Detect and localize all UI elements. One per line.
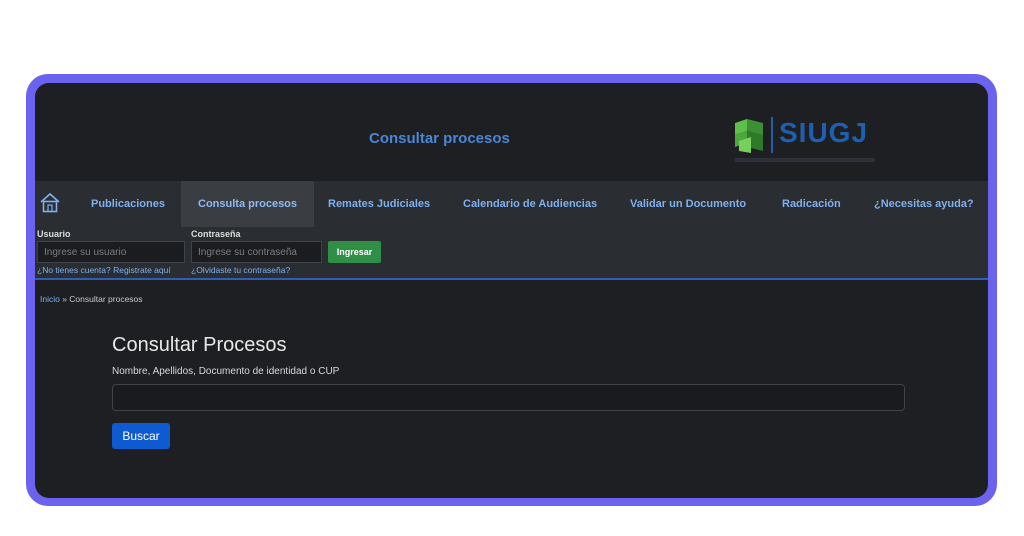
password-input[interactable] [191, 241, 322, 263]
nav-item-validar-documento[interactable]: Validar un Documento [630, 181, 746, 227]
breadcrumb-current: Consultar procesos [69, 294, 143, 304]
main-nav: Publicaciones Consulta procesos Remates … [35, 181, 988, 227]
nav-item-radicacion[interactable]: Radicación [782, 181, 841, 227]
user-label: Usuario [37, 229, 71, 239]
logo-tagline [735, 158, 875, 162]
siugj-logo[interactable]: SIUGJ [733, 115, 883, 169]
breadcrumb: Inicio » Consultar procesos [40, 294, 143, 304]
nav-item-remates-judiciales[interactable]: Remates Judiciales [328, 181, 430, 227]
search-button[interactable]: Buscar [112, 423, 170, 449]
search-field-label: Nombre, Apellidos, Documento de identida… [112, 366, 340, 377]
nav-item-publicaciones[interactable]: Publicaciones [91, 181, 165, 227]
section-heading: Consultar Procesos [112, 334, 287, 356]
user-input[interactable] [37, 241, 185, 263]
breadcrumb-home[interactable]: Inicio [40, 294, 60, 304]
breadcrumb-separator: » [59, 294, 70, 304]
home-icon[interactable] [39, 191, 61, 215]
nav-item-calendario-audiencias[interactable]: Calendario de Audiencias [463, 181, 597, 227]
login-button[interactable]: Ingresar [328, 241, 381, 263]
nav-item-ayuda[interactable]: ¿Necesitas ayuda? [874, 181, 974, 227]
search-input[interactable] [112, 384, 905, 411]
app-screen: Consultar procesos SIUGJ Publicaciones C… [35, 83, 988, 498]
site-header: Consultar procesos SIUGJ [35, 83, 988, 181]
password-label: Contraseña [191, 229, 241, 239]
logo-divider [771, 117, 773, 153]
logo-cube-icon [735, 119, 763, 153]
register-link[interactable]: ¿No tienes cuenta? Registrate aquí [37, 265, 171, 275]
nav-item-consulta-procesos[interactable]: Consulta procesos [181, 181, 315, 227]
logo-text: SIUGJ [779, 117, 869, 148]
page-title: Consultar procesos [369, 130, 510, 147]
device-frame: Consultar procesos SIUGJ Publicaciones C… [26, 74, 997, 506]
forgot-password-link[interactable]: ¿Olvidaste tu contraseña? [191, 265, 290, 275]
login-bar: Usuario Contraseña Ingresar ¿No tienes c… [35, 227, 988, 280]
